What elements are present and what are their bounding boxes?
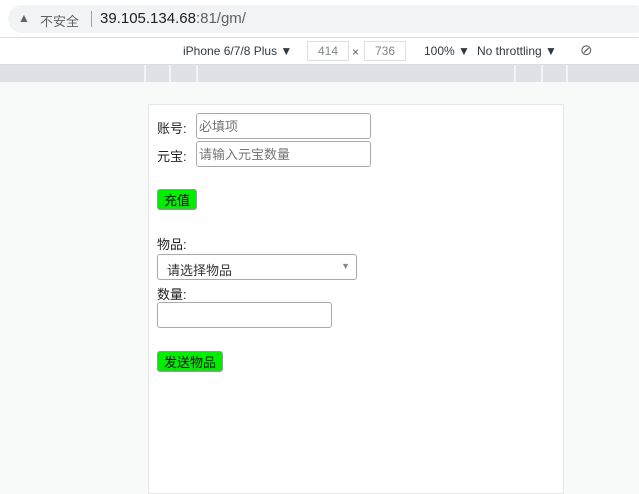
url-host: 39.105.134.68 <box>100 10 196 27</box>
ruler-tick <box>144 65 146 82</box>
zoom-select[interactable]: 100% ▼ <box>424 44 470 58</box>
url-path: :81/gm/ <box>195 10 246 27</box>
width-input[interactable]: 414 <box>307 41 349 61</box>
times-sign: × <box>352 45 360 59</box>
ruler-tick <box>541 65 543 82</box>
device-select[interactable]: iPhone 6/7/8 Plus ▼ <box>183 44 292 58</box>
account-input[interactable] <box>196 113 371 139</box>
media-query-bar[interactable] <box>0 65 639 82</box>
chevron-down-icon: ▼ <box>341 261 350 271</box>
security-label[interactable]: 不安全 <box>40 11 79 30</box>
send-item-button[interactable]: 发送物品 <box>157 351 224 372</box>
rotate-icon[interactable]: ⊘ <box>580 41 593 59</box>
item-label: 物品: <box>157 237 187 252</box>
item-select[interactable]: 请选择物品 ▼ <box>157 254 357 280</box>
recharge-button[interactable]: 充值 <box>157 189 198 210</box>
warning-icon[interactable]: ▲ <box>18 11 30 25</box>
ruler-tick <box>169 65 171 82</box>
height-input[interactable]: 736 <box>364 41 406 61</box>
qty-label: 数量: <box>157 287 187 302</box>
device-toolbar: iPhone 6/7/8 Plus ▼ 414 × 736 100% ▼ No … <box>0 37 639 65</box>
throttling-select[interactable]: No throttling ▼ <box>477 44 557 58</box>
ruler-tick <box>566 65 568 82</box>
ruler-tick <box>514 65 516 82</box>
url-text[interactable]: 39.105.134.68:81/gm/ <box>100 10 246 27</box>
item-select-value: 请选择物品 <box>167 263 233 278</box>
account-label: 账号: <box>157 121 187 136</box>
yuanbao-input[interactable] <box>196 141 371 167</box>
qty-input[interactable] <box>157 302 332 328</box>
divider <box>91 11 92 27</box>
yuanbao-label: 元宝: <box>157 149 187 164</box>
ruler-tick <box>196 65 198 82</box>
